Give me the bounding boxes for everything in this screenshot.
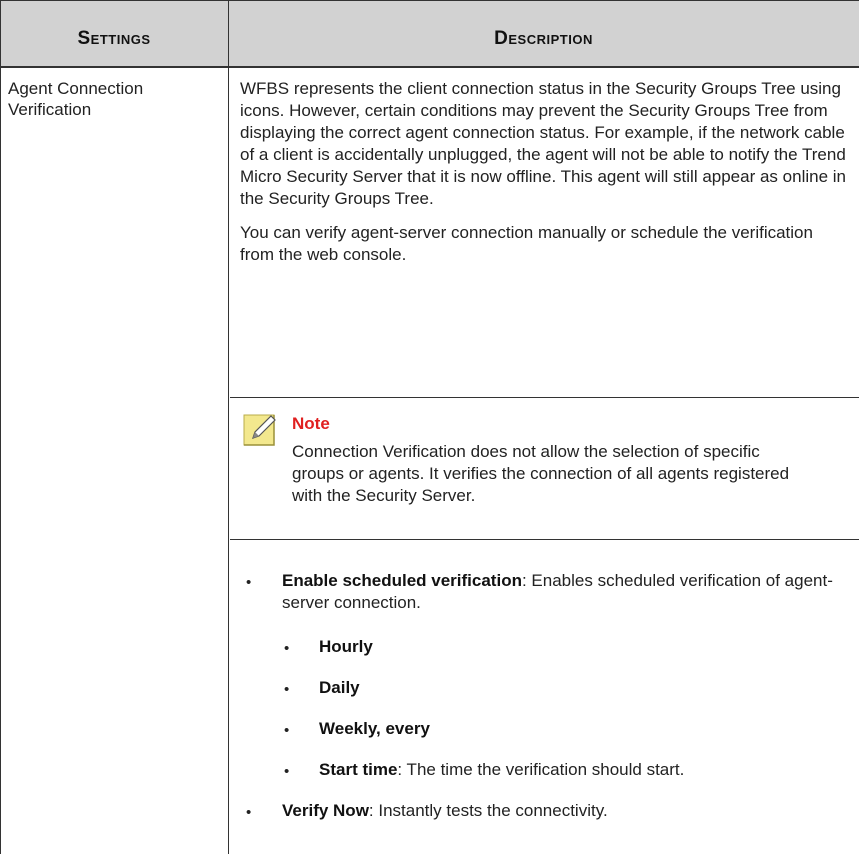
table-left-border [0, 0, 1, 854]
setting-name: Agent Connection Verification [8, 79, 144, 119]
sub-list-item-term: Weekly, every [319, 719, 430, 738]
sub-list-item: Start time: The time the verification sh… [319, 759, 839, 781]
note-title: Note [292, 414, 330, 433]
column-header-settings: Settings [77, 28, 151, 49]
note-pencil-icon [243, 414, 276, 446]
list-item-desc: : Instantly tests the connectivity. [368, 801, 608, 820]
bullet-icon: • [284, 763, 290, 780]
list-item-term: Enable scheduled verification [282, 571, 522, 590]
note-body: Connection Verification does not allow t… [292, 442, 790, 505]
sub-list-item-term: Hourly [319, 637, 373, 656]
settings-table: Settings Description Agent Connection Ve… [0, 0, 859, 854]
list-item: Verify Now: Instantly tests the connecti… [282, 800, 842, 822]
column-header-description: Description [494, 28, 593, 49]
bullet-icon: • [284, 640, 290, 657]
sub-list-item-term: Start time [319, 760, 398, 779]
sub-list-item: Weekly, every [319, 718, 430, 740]
description-paragraph-2: You can verify agent-server connection m… [240, 223, 813, 264]
bullet-icon: • [284, 681, 290, 698]
column-divider [228, 0, 229, 854]
bullet-icon: • [246, 574, 252, 591]
table-top-border [0, 0, 859, 1]
bullet-icon: • [246, 804, 252, 821]
note-bottom-rule [230, 539, 859, 540]
list-item-term: Verify Now [282, 801, 369, 820]
sub-list-item-desc: : The time the verification should start… [397, 760, 685, 779]
sub-list-item: Daily [319, 677, 360, 699]
table-header: Settings Description [0, 0, 859, 66]
header-bottom-border [0, 66, 859, 68]
sub-list-item: Hourly [319, 636, 373, 658]
sub-list-item-term: Daily [319, 678, 360, 697]
description-cell: WFBS represents the client connection st… [240, 78, 850, 266]
description-paragraph: WFBS represents the client connection st… [240, 79, 846, 208]
note-top-rule [230, 397, 859, 398]
list-item: Enable scheduled verification: Enables s… [282, 570, 842, 614]
bullet-icon: • [284, 722, 290, 739]
